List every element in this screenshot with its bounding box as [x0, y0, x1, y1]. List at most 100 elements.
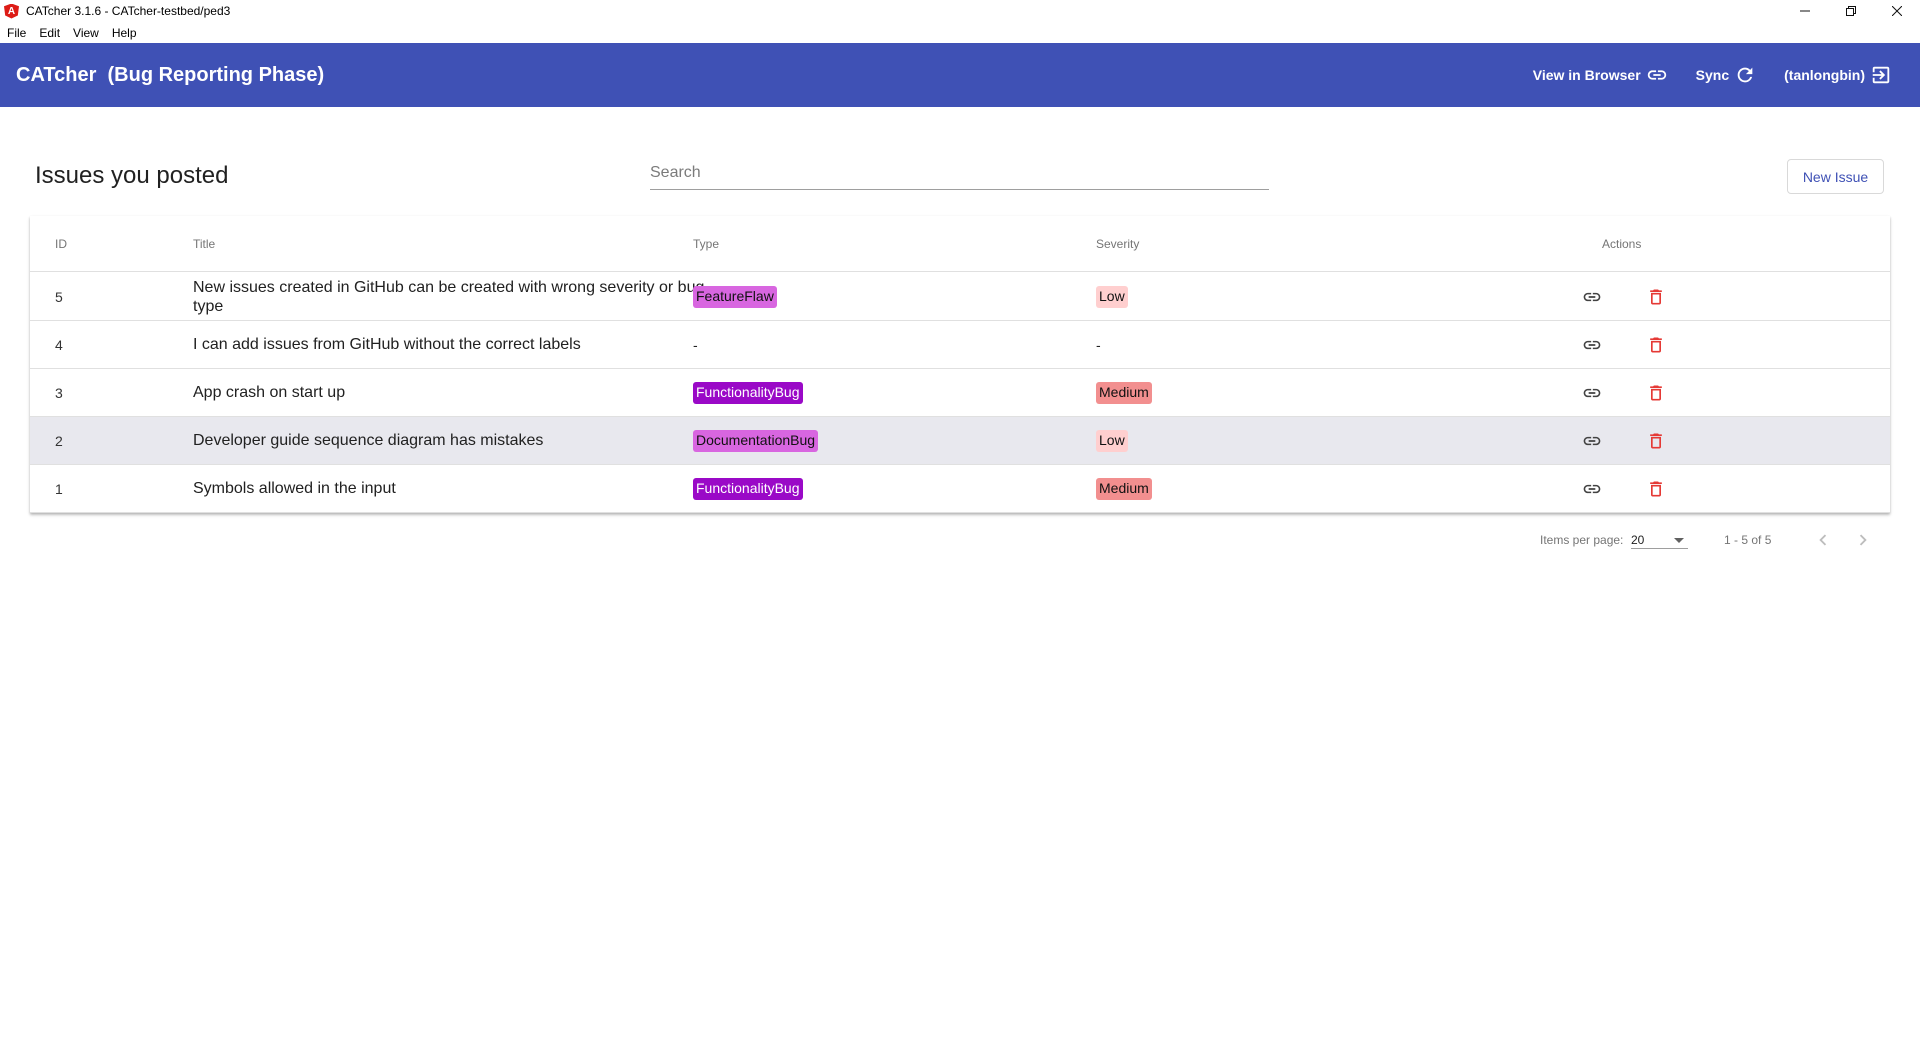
exit-icon: [1872, 66, 1890, 84]
issue-id: 2: [55, 432, 63, 449]
column-header-type[interactable]: Type: [693, 237, 719, 251]
trash-icon: [1650, 385, 1662, 400]
issue-title: New issues created in GitHub can be crea…: [193, 278, 705, 315]
menu-bar: File Edit View Help: [0, 22, 1920, 43]
minimize-button[interactable]: [1782, 0, 1828, 22]
logout-button[interactable]: (tanlongbin): [1784, 64, 1892, 86]
cell-id: 5: [55, 273, 63, 320]
column-header-severity[interactable]: Severity: [1096, 237, 1139, 251]
cell-type: FunctionalityBug: [693, 369, 803, 416]
cell-type: DocumentationBug: [693, 417, 819, 464]
column-header-title[interactable]: Title: [193, 237, 215, 251]
menu-view[interactable]: View: [66, 26, 105, 40]
view-on-github-button[interactable]: [1580, 465, 1604, 512]
user-label: (tanlongbin): [1784, 67, 1865, 83]
table-row[interactable]: 5 New issues created in GitHub can be cre…: [30, 273, 1890, 321]
view-on-github-button[interactable]: [1580, 369, 1604, 416]
previous-page-icon[interactable]: [1812, 529, 1834, 551]
link-icon: [1583, 388, 1601, 397]
delete-issue-button[interactable]: [1644, 417, 1668, 464]
close-icon: [1892, 6, 1902, 16]
refresh-icon: [1737, 67, 1753, 83]
sync-button[interactable]: Sync: [1696, 64, 1756, 86]
menu-edit[interactable]: Edit: [32, 26, 66, 40]
view-in-browser-button[interactable]: View in Browser: [1533, 64, 1668, 86]
window-controls: [1782, 0, 1920, 22]
app-toolbar: CATcher (Bug Reporting Phase) View in Br…: [0, 43, 1920, 107]
type-label: -: [693, 336, 698, 353]
minimize-icon: [1800, 10, 1810, 12]
menu-file[interactable]: File: [0, 26, 32, 40]
link-icon: [1583, 484, 1601, 493]
issue-id: 5: [55, 288, 63, 305]
window-title-bar: A CATcher 3.1.6 - CATcher-testbed/ped3: [0, 0, 1920, 22]
new-issue-button[interactable]: New Issue: [1787, 159, 1884, 194]
sync-label: Sync: [1695, 67, 1730, 83]
next-page-icon[interactable]: [1852, 529, 1874, 551]
type-label: FunctionalityBug: [693, 477, 803, 500]
table-header: ID Title Type Severity Actions: [30, 216, 1890, 272]
page-size-select[interactable]: 20: [1631, 527, 1688, 549]
issue-title: App crash on start up: [193, 384, 346, 401]
issue-id: 3: [55, 384, 63, 401]
table-row[interactable]: 2 Developer guide sequence diagram has mi…: [30, 417, 1890, 465]
column-header-id[interactable]: ID: [55, 237, 67, 251]
link-icon: [1647, 70, 1666, 80]
trash-icon: [1650, 433, 1662, 448]
cell-title: Symbols allowed in the input: [193, 465, 708, 512]
window-title: CATcher 3.1.6 - CATcher-testbed/ped3: [26, 4, 231, 18]
cell-title: App crash on start up: [193, 369, 708, 416]
delete-issue-button[interactable]: [1644, 465, 1668, 512]
table-row[interactable]: 1 Symbols allowed in the input Functionali…: [30, 465, 1890, 513]
cell-id: 3: [55, 369, 63, 416]
severity-label: Medium: [1096, 381, 1152, 404]
view-on-github-button[interactable]: [1580, 273, 1604, 320]
view-on-github-button[interactable]: [1580, 417, 1604, 464]
cell-severity: Medium: [1096, 465, 1152, 512]
app-name: CATcher (Bug Reporting Phase): [16, 63, 325, 86]
cell-type: FunctionalityBug: [693, 465, 803, 512]
search-input[interactable]: [650, 160, 1269, 188]
severity-label: Low: [1096, 429, 1128, 452]
trash-icon: [1650, 289, 1662, 304]
delete-issue-button[interactable]: [1644, 369, 1668, 416]
severity-label: Medium: [1096, 477, 1152, 500]
cell-id: 2: [55, 417, 63, 464]
page-range: 1 - 5 of 5: [1724, 533, 1772, 547]
menu-help[interactable]: Help: [105, 26, 143, 40]
page-size-value: 20: [1631, 533, 1645, 547]
page-title: Issues you posted: [35, 162, 229, 189]
issue-id: 1: [55, 480, 63, 497]
restore-button[interactable]: [1828, 0, 1874, 22]
restore-icon: [1846, 6, 1856, 16]
search-field: [650, 160, 1269, 190]
severity-label: -: [1096, 336, 1101, 353]
cell-type: FeatureFlaw: [693, 273, 777, 320]
delete-issue-button[interactable]: [1644, 321, 1668, 368]
cell-severity: -: [1096, 321, 1101, 368]
issue-title: Developer guide sequence diagram has mis…: [193, 432, 544, 449]
cell-title: New issues created in GitHub can be crea…: [193, 273, 708, 320]
table-row[interactable]: 4 I can add issues from GitHub without th…: [30, 321, 1890, 369]
cell-severity: Medium: [1096, 369, 1152, 416]
angular-logo-icon: A: [4, 3, 19, 19]
cell-severity: Low: [1096, 273, 1128, 320]
delete-issue-button[interactable]: [1644, 273, 1668, 320]
issue-id: 4: [55, 336, 63, 353]
type-label: DocumentationBug: [693, 429, 819, 452]
close-window-button[interactable]: [1874, 0, 1920, 22]
cell-title: Developer guide sequence diagram has mis…: [193, 417, 708, 464]
type-label: FunctionalityBug: [693, 381, 803, 404]
issue-title: Symbols allowed in the input: [193, 480, 396, 497]
table-row[interactable]: 3 App crash on start up FunctionalityBug Me…: [30, 369, 1890, 417]
link-icon: [1583, 292, 1601, 301]
dropdown-arrow-icon: [1674, 538, 1684, 543]
cell-id: 1: [55, 465, 63, 512]
severity-label: Low: [1096, 285, 1128, 308]
issue-title: I can add issues from GitHub without the…: [193, 336, 581, 353]
cell-id: 4: [55, 321, 63, 368]
view-on-github-button[interactable]: [1580, 321, 1604, 368]
cell-severity: Low: [1096, 417, 1128, 464]
link-icon: [1583, 340, 1601, 349]
items-per-page-label: Items per page:: [1540, 533, 1624, 547]
